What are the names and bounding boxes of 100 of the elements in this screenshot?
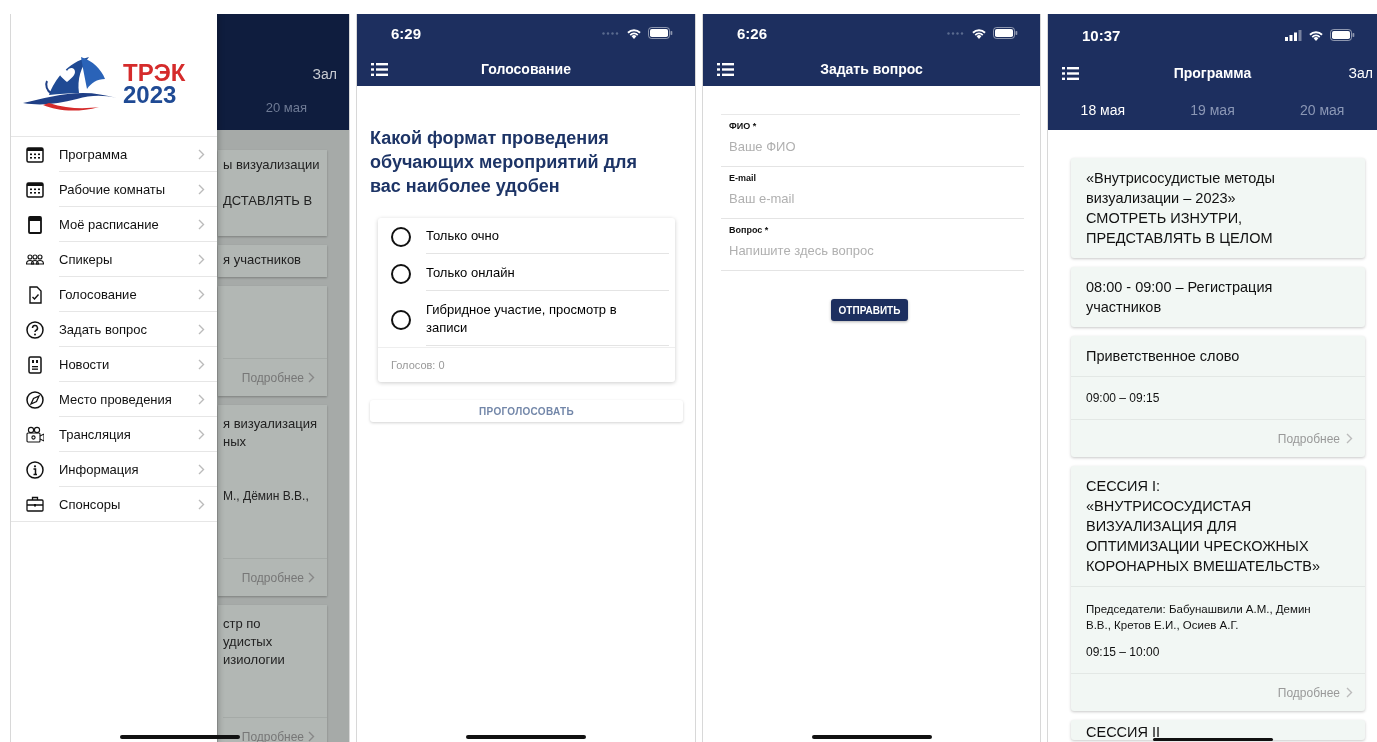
card-time: 09:15 – 10:00 [1086, 645, 1161, 659]
date-tab[interactable]: 20 мая [1267, 102, 1377, 118]
chevron-icon [198, 498, 205, 510]
program-card[interactable]: Приветственное слово 09:00 – 09:15 Подробнее [1071, 336, 1365, 457]
briefcase-icon [26, 495, 44, 513]
signal-icon [947, 31, 965, 35]
chevron-icon [1346, 433, 1353, 444]
chevron-icon [198, 323, 205, 335]
wifi-icon [626, 27, 642, 39]
chevron-icon [1346, 687, 1353, 698]
screen-title: Программа [1172, 65, 1253, 81]
menu-item-label: Программа [59, 146, 129, 162]
program-card[interactable]: СЕССИЯ II [1071, 720, 1365, 740]
menu-item-label: Новости [59, 356, 111, 372]
field-label: ФИО * [729, 121, 758, 133]
compass-icon [26, 390, 44, 409]
vote-button[interactable]: ПРОГОЛОСОВАТЬ [370, 400, 683, 422]
menu-item-label: Спонсоры [59, 496, 122, 512]
chevron-icon [198, 183, 205, 195]
menu-item-label: Рабочие комнаты [59, 181, 167, 197]
battery-icon [1330, 29, 1355, 41]
menu-item[interactable]: Рабочие комнаты [59, 172, 217, 207]
chevron-icon [308, 731, 315, 742]
radio-button[interactable] [391, 263, 411, 284]
poll-question: Какой формат проведения обучающих мероприятий для вас наиболее удобен [370, 127, 639, 198]
send-button[interactable]: ОТПРАВИТЬ [830, 299, 909, 321]
card-title: Приветственное слово [1085, 347, 1241, 366]
menu-item-label: Задать вопрос [59, 321, 148, 337]
card-text: я участников [223, 251, 303, 269]
wifi-icon [971, 27, 987, 39]
wifi-icon [1308, 29, 1324, 41]
calendar-icon [26, 145, 44, 164]
menu-item[interactable]: Спонсоры [59, 487, 217, 521]
help-icon [26, 320, 44, 339]
radio-button[interactable] [391, 309, 411, 330]
menu-item-label: Трансляция [59, 426, 132, 442]
chevron-icon [198, 218, 205, 230]
battery-icon [993, 27, 1018, 39]
menu-item[interactable]: Спикеры [59, 242, 217, 277]
logo-title: ТРЭК [123, 62, 186, 84]
signal-icon [602, 31, 620, 35]
date-tab[interactable]: 18 мая [1048, 102, 1158, 118]
screen-title: Голосование [480, 61, 572, 77]
menu-item-label: Спикеры [59, 251, 114, 267]
screen-title: Задать вопрос [819, 61, 924, 77]
menu-item-label: Голосование [59, 286, 138, 302]
card-detail: М., Дёмин В.В., [223, 489, 310, 503]
input-field[interactable]: Ваше ФИО [729, 135, 1024, 160]
hall-button[interactable]: Зал [312, 66, 337, 82]
battery-icon [648, 27, 673, 39]
program-card[interactable]: 08:00 - 09:00 – Регистрация участников [1071, 267, 1365, 327]
menu-item[interactable]: Трансляция [59, 417, 217, 452]
card-text: стр по [223, 615, 262, 633]
program-card[interactable]: я визуализация ных М., Дёмин В.В., Подробнее [218, 405, 327, 596]
card-text: изиологии [223, 651, 286, 669]
menu-item-label: Место проведения [59, 391, 173, 407]
menu-icon[interactable] [717, 62, 734, 76]
chevron-icon [198, 463, 205, 475]
field-label: Вопрос * [729, 225, 770, 237]
menu-item[interactable]: Новости [59, 347, 217, 382]
radio-button[interactable] [391, 226, 411, 247]
program-card[interactable]: «Внутрисосудистые методы визуализации – 2023» СМОТРЕТЬ ИЗНУТРИ, ПРЕДСТАВЛЯТЬ В ЦЕЛОМ [1071, 158, 1365, 258]
chevron-icon [198, 428, 205, 440]
menu-item[interactable]: Место проведения [59, 382, 217, 417]
video-camera-icon [26, 425, 44, 444]
chevron-icon [198, 148, 205, 160]
menu-item[interactable]: Программа [59, 137, 217, 172]
date-tab[interactable]: 20 мая [265, 100, 307, 115]
chevron-icon [308, 372, 315, 383]
program-card[interactable]: СЕССИЯ I: «ВНУТРИСОСУДИСТАЯ ВИЗУАЛИЗАЦИЯ ДЛЯ ОПТИМИЗАЦИИ ЧРЕСКОЖНЫХ КОРОНАРНЫХ ВМЕШАТЕЛЬСТВ» Председатели: Бабунашвили А.М., Демин В.В., Кретов Е.И., Осиев А.Г. 09:15 – 10:00 Подробнее [1071, 466, 1365, 711]
schedule-icon [26, 215, 44, 234]
menu-item[interactable]: Моё расписание [59, 207, 217, 242]
menu-icon[interactable] [1062, 66, 1079, 80]
status-time: 10:37 [1082, 26, 1122, 44]
info-icon [26, 460, 44, 479]
input-field[interactable]: Ваш e-mail [729, 187, 1024, 212]
menu-item[interactable]: Информация [59, 452, 217, 487]
menu-item-label: Информация [59, 461, 140, 477]
card-text: ных [223, 433, 248, 451]
hall-button[interactable]: Зал [1348, 65, 1373, 81]
program-card[interactable]: ы визуализации ДСТАВЛЯТЬ В [218, 150, 327, 236]
menu-icon[interactable] [371, 62, 388, 76]
vote-count: Голосов: 0 [378, 347, 675, 382]
signal-icon [1285, 29, 1302, 41]
chevron-icon [308, 572, 315, 583]
chevron-icon [198, 288, 205, 300]
program-card[interactable]: я участников [218, 245, 327, 277]
date-tab[interactable]: 19 мая [1157, 102, 1268, 118]
status-time: 6:29 [391, 24, 423, 42]
menu-item[interactable]: Голосование [59, 277, 217, 312]
chevron-icon [198, 358, 205, 370]
card-text: ы визуализации [223, 156, 321, 174]
card-text: я визуализация [223, 415, 318, 433]
card-title: СЕССИЯ I: «ВНУТРИСОСУДИСТАЯ ВИЗУАЛИЗАЦИЯ ДЛЯ ОПТИМИЗАЦИИ ЧРЕСКОЖНЫХ КОРОНАРНЫХ ВМЕШАТЕЛЬСТВ» [1085, 477, 1322, 576]
input-field[interactable]: Напишите здесь вопрос [729, 239, 1024, 264]
menu-item[interactable]: Задать вопрос [59, 312, 217, 347]
chevron-icon [198, 393, 205, 405]
calendar-icon [26, 180, 44, 199]
option-label: Гибридное участие, просмотр в записи [426, 293, 669, 346]
chevron-icon [198, 253, 205, 265]
